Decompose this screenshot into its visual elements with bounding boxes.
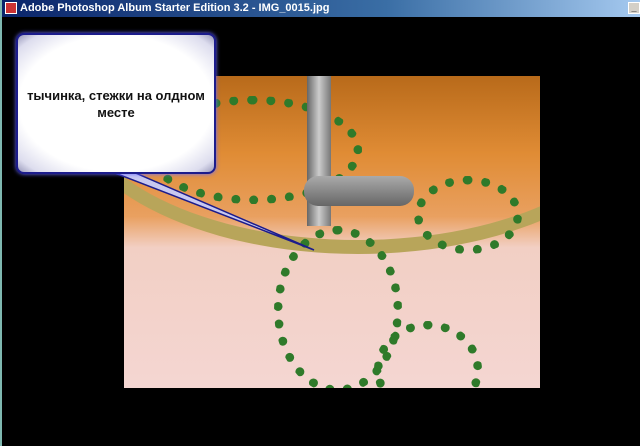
- app-window: Adobe Photoshop Album Starter Edition 3.…: [0, 0, 640, 446]
- callout-box: тычинка, стежки на олдном месте: [16, 33, 216, 174]
- callout-text: тычинка, стежки на олдном месте: [27, 87, 205, 120]
